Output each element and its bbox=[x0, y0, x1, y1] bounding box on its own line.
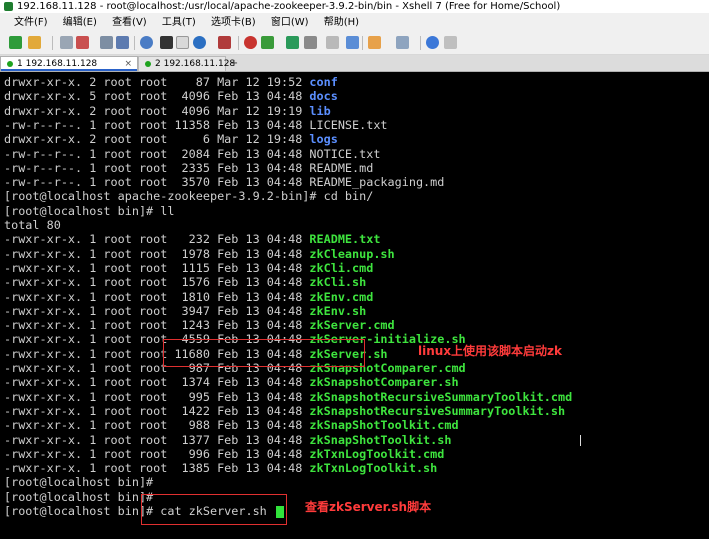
menu-tabs[interactable]: 选项卡(B) bbox=[205, 13, 262, 32]
terminal-line: [root@localhost bin]# ll bbox=[4, 203, 175, 218]
copy-icon[interactable] bbox=[100, 36, 113, 49]
fullscreen-icon[interactable] bbox=[176, 36, 189, 49]
title-bar: 192.168.11.128 - root@localhost:/usr/loc… bbox=[0, 0, 709, 13]
xftp-icon[interactable] bbox=[244, 36, 257, 49]
layout-icon[interactable] bbox=[396, 36, 409, 49]
terminal-line: drwxr-xr-x. 2 root root 87 Mar 12 19:52 … bbox=[4, 75, 338, 89]
open-folder-icon[interactable] bbox=[28, 36, 41, 49]
terminal-line: -rwxr-xr-x. 1 root root 1576 Feb 13 04:4… bbox=[4, 275, 367, 290]
menu-window[interactable]: 窗口(W) bbox=[265, 13, 315, 32]
terminal-line: -rwxr-xr-x. 1 root root 1422 Feb 13 04:4… bbox=[4, 403, 566, 418]
terminal-line: -rwxr-xr-x. 1 root root 995 Feb 13 04:48… bbox=[4, 389, 573, 404]
session-tab-bar: 1 192.168.11.128 × 2 192.168.11.128 + bbox=[0, 55, 709, 72]
toolbar bbox=[0, 32, 709, 55]
window-title: 192.168.11.128 - root@localhost:/usr/loc… bbox=[17, 1, 561, 12]
disconnect-icon[interactable] bbox=[76, 36, 89, 49]
resize-icon[interactable] bbox=[286, 36, 299, 49]
annotation-start-script: linux上使用该脚本启动zk bbox=[418, 344, 563, 358]
terminal-icon[interactable] bbox=[160, 36, 173, 49]
tab-session-2[interactable]: 2 192.168.11.128 bbox=[138, 56, 235, 71]
terminal-line: -rw-r--r--. 1 root root 2084 Feb 13 04:4… bbox=[4, 146, 381, 161]
terminal-line: -rwxr-xr-x. 1 root root 1377 Feb 13 04:4… bbox=[4, 432, 452, 447]
search-icon[interactable] bbox=[140, 36, 153, 49]
add-tab-button[interactable]: + bbox=[228, 57, 240, 70]
compose-icon[interactable] bbox=[346, 36, 359, 49]
terminal-line: drwxr-xr-x. 2 root root 4096 Mar 12 19:1… bbox=[4, 103, 331, 118]
terminal-line: -rwxr-xr-x. 1 root root 1810 Feb 13 04:4… bbox=[4, 289, 374, 304]
annotation-view-script: 查看zkServer.sh脚本 bbox=[305, 500, 432, 514]
terminal-line: -rwxr-xr-x. 1 root root 1115 Feb 13 04:4… bbox=[4, 260, 374, 275]
xshell-app-icon bbox=[4, 2, 13, 11]
terminal-line: -rwxr-xr-x. 1 root root 996 Feb 13 04:48… bbox=[4, 446, 445, 461]
terminal-line: drwxr-xr-x. 5 root root 4096 Feb 13 04:4… bbox=[4, 89, 338, 104]
terminal-output[interactable]: drwxr-xr-x. 2 root root 87 Mar 12 19:52 … bbox=[0, 73, 709, 539]
add-folder-icon[interactable] bbox=[368, 36, 381, 49]
highlight-box-zkserver bbox=[163, 339, 365, 367]
tab-session-1-label: 1 192.168.11.128 bbox=[17, 59, 98, 69]
menu-tools[interactable]: 工具(T) bbox=[156, 13, 202, 32]
tab-session-1[interactable]: 1 192.168.11.128 × bbox=[0, 56, 138, 71]
menu-file[interactable]: 文件(F) bbox=[0, 13, 54, 32]
globe-icon[interactable] bbox=[193, 36, 206, 49]
menu-view[interactable]: 查看(V) bbox=[106, 13, 153, 32]
highlight-box-cat-command bbox=[141, 494, 287, 525]
terminal-line: [root@localhost apache-zookeeper-3.9.2-b… bbox=[4, 189, 374, 204]
options-icon[interactable] bbox=[444, 36, 457, 49]
link-icon[interactable] bbox=[60, 36, 73, 49]
new-session-icon[interactable] bbox=[9, 36, 22, 49]
terminal-line: [root@localhost bin]# bbox=[4, 475, 154, 490]
connected-status-icon bbox=[7, 60, 13, 67]
terminal-line: -rw-r--r--. 1 root root 11358 Feb 13 04:… bbox=[4, 117, 388, 132]
help-icon[interactable] bbox=[426, 36, 439, 49]
lock-icon[interactable] bbox=[304, 36, 317, 49]
terminal-line: -rwxr-xr-x. 1 root root 1978 Feb 13 04:4… bbox=[4, 246, 395, 261]
terminal-line: -rwxr-xr-x. 1 root root 1385 Feb 13 04:4… bbox=[4, 461, 438, 476]
terminal-line: -rwxr-xr-x. 1 root root 988 Feb 13 04:48… bbox=[4, 418, 459, 433]
terminal-line: -rw-r--r--. 1 root root 3570 Feb 13 04:4… bbox=[4, 175, 445, 190]
connected-status-icon bbox=[145, 60, 151, 67]
menu-edit[interactable]: 编辑(E) bbox=[57, 13, 103, 32]
terminal-line: -rwxr-xr-x. 1 root root 232 Feb 13 04:48… bbox=[4, 232, 381, 247]
xagent-icon[interactable] bbox=[261, 36, 274, 49]
keyboard-icon[interactable] bbox=[326, 36, 339, 49]
text-cursor-ibeam bbox=[580, 435, 581, 446]
font-icon[interactable] bbox=[218, 36, 231, 49]
tab-session-2-label: 2 192.168.11.128 bbox=[155, 59, 236, 69]
terminal-line: total 80 bbox=[4, 218, 61, 232]
menu-help[interactable]: 帮助(H) bbox=[318, 13, 365, 32]
terminal-line: -rwxr-xr-x. 1 root root 1243 Feb 13 04:4… bbox=[4, 318, 395, 333]
terminal-line: -rwxr-xr-x. 1 root root 3947 Feb 13 04:4… bbox=[4, 303, 367, 318]
menu-bar: 文件(F) 编辑(E) 查看(V) 工具(T) 选项卡(B) 窗口(W) 帮助(… bbox=[0, 13, 709, 32]
terminal-line: -rw-r--r--. 1 root root 2335 Feb 13 04:4… bbox=[4, 160, 374, 175]
terminal-line: [root@localhost bin]# bbox=[4, 489, 154, 504]
terminal-line: -rwxr-xr-x. 1 root root 1374 Feb 13 04:4… bbox=[4, 375, 459, 390]
paste-icon[interactable] bbox=[116, 36, 129, 49]
terminal-line: drwxr-xr-x. 2 root root 6 Mar 12 19:48 l… bbox=[4, 132, 338, 147]
